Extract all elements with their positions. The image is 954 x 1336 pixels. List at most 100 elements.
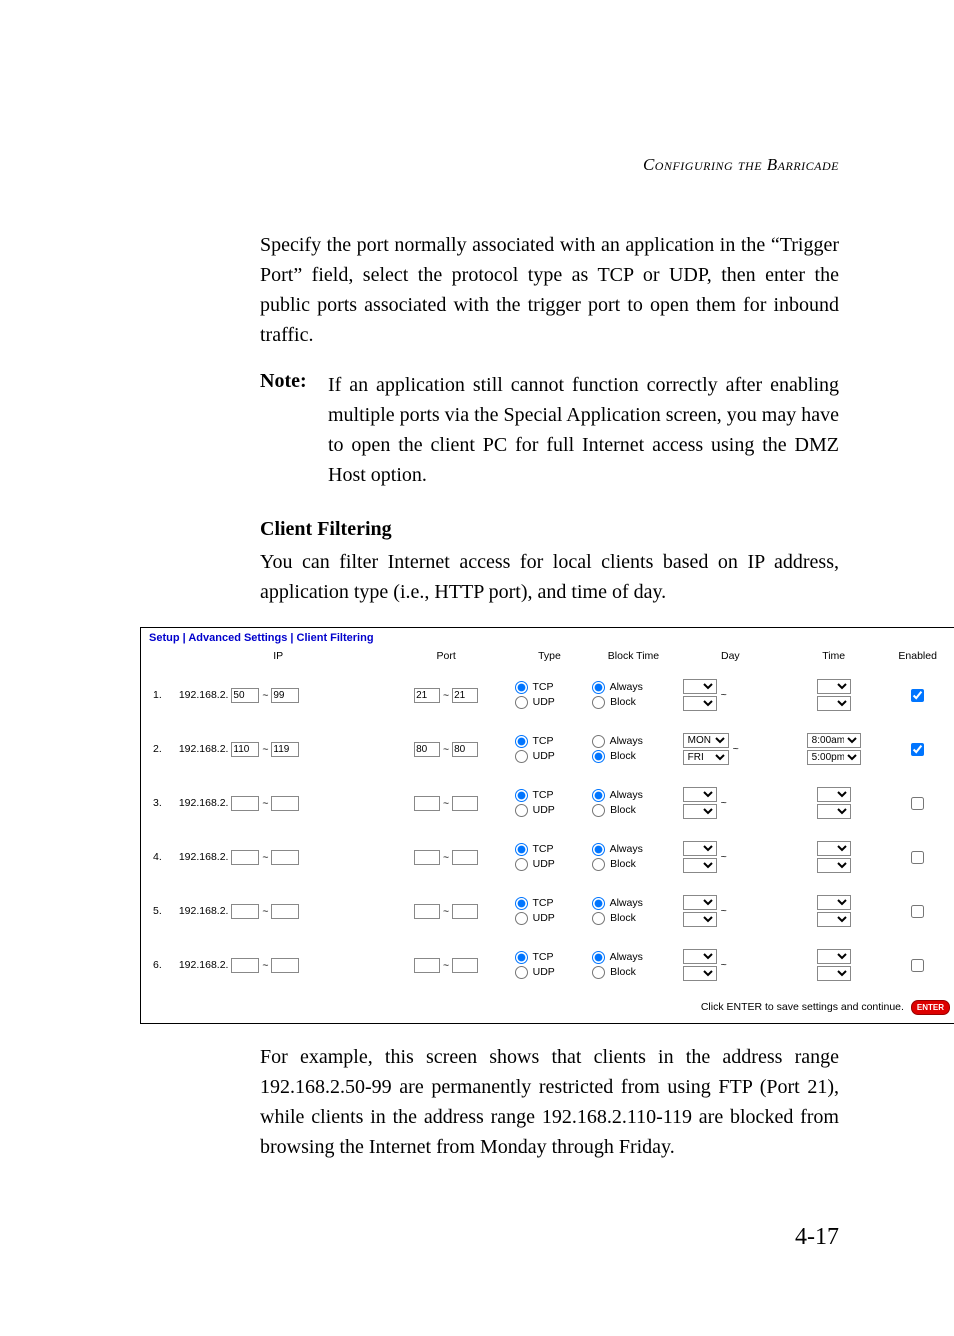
day-from-select[interactable] — [683, 949, 717, 964]
time-to-select[interactable] — [817, 912, 851, 927]
port-to-input[interactable] — [452, 688, 478, 703]
block-always-radio[interactable] — [592, 897, 605, 910]
port-from-input[interactable] — [414, 796, 440, 811]
port-from-input[interactable] — [414, 904, 440, 919]
day-from-select[interactable] — [683, 895, 717, 910]
type-tcp-radio[interactable] — [515, 897, 528, 910]
time-from-select[interactable] — [817, 895, 851, 910]
day-to-select[interactable] — [683, 858, 717, 873]
time-to-select[interactable] — [817, 858, 851, 873]
row-number: 1. — [149, 668, 175, 722]
time-from-select[interactable] — [817, 787, 851, 802]
type-udp-radio[interactable] — [515, 750, 528, 763]
port-from-input[interactable] — [414, 850, 440, 865]
section-heading: Client Filtering — [260, 518, 839, 541]
time-to-select[interactable] — [817, 696, 851, 711]
day-to-select[interactable] — [683, 696, 717, 711]
enabled-checkbox[interactable] — [911, 905, 924, 918]
type-udp-radio[interactable] — [515, 858, 528, 871]
time-to-select[interactable]: 5:00pm — [807, 750, 861, 765]
ip-from-input[interactable] — [231, 688, 259, 703]
row-number: 2. — [149, 722, 175, 776]
day-from-select[interactable]: MON — [683, 733, 729, 748]
table-row: 3. 192.168.2. ~ ~ TCP UDP Always Block — [149, 776, 950, 830]
day-to-select[interactable]: FRI — [683, 750, 729, 765]
time-from-select[interactable] — [817, 841, 851, 856]
ip-to-input[interactable] — [271, 904, 299, 919]
ip-to-input[interactable] — [271, 742, 299, 757]
time-from-select[interactable]: 8:00am — [807, 733, 861, 748]
block-always-radio[interactable] — [592, 951, 605, 964]
port-to-input[interactable] — [452, 796, 478, 811]
block-block-radio[interactable] — [592, 750, 605, 763]
udp-label: UDP — [533, 858, 555, 870]
block-always-radio[interactable] — [592, 789, 605, 802]
paragraph-1: Specify the port normally associated wit… — [260, 230, 839, 350]
type-tcp-radio[interactable] — [515, 735, 528, 748]
time-from-select[interactable] — [817, 679, 851, 694]
table-row: 5. 192.168.2. ~ ~ TCP UDP Always Block — [149, 884, 950, 938]
block-block-radio[interactable] — [592, 804, 605, 817]
type-tcp-radio[interactable] — [515, 681, 528, 694]
port-to-input[interactable] — [452, 958, 478, 973]
enabled-checkbox[interactable] — [911, 743, 924, 756]
block-always-radio[interactable] — [592, 843, 605, 856]
enabled-checkbox[interactable] — [911, 797, 924, 810]
type-tcp-radio[interactable] — [515, 843, 528, 856]
ip-from-input[interactable] — [231, 850, 259, 865]
running-head: Configuring the Barricade — [260, 155, 839, 175]
block-label: Block — [610, 912, 636, 924]
block-block-radio[interactable] — [592, 966, 605, 979]
tcp-label: TCP — [532, 735, 553, 747]
day-to-select[interactable] — [683, 912, 717, 927]
time-from-select[interactable] — [817, 949, 851, 964]
note-block: Note: If an application still cannot fun… — [260, 370, 839, 490]
type-udp-radio[interactable] — [515, 696, 528, 709]
ip-to-input[interactable] — [271, 796, 299, 811]
enabled-checkbox[interactable] — [911, 851, 924, 864]
udp-label: UDP — [533, 912, 555, 924]
block-always-radio[interactable] — [592, 681, 605, 694]
ip-from-input[interactable] — [231, 796, 259, 811]
day-from-select[interactable] — [683, 679, 717, 694]
time-to-select[interactable] — [817, 804, 851, 819]
day-from-select[interactable] — [683, 841, 717, 856]
block-always-radio[interactable] — [592, 735, 605, 748]
ip-prefix: 192.168.2. — [179, 851, 229, 863]
type-udp-radio[interactable] — [515, 912, 528, 925]
port-from-input[interactable] — [414, 958, 440, 973]
port-to-input[interactable] — [452, 904, 478, 919]
port-to-input[interactable] — [452, 742, 478, 757]
ip-to-input[interactable] — [271, 958, 299, 973]
block-block-radio[interactable] — [592, 858, 605, 871]
header-type: Type — [511, 648, 589, 668]
always-label: Always — [610, 681, 643, 693]
type-udp-radio[interactable] — [515, 804, 528, 817]
port-from-input[interactable] — [414, 688, 440, 703]
enabled-checkbox[interactable] — [911, 689, 924, 702]
filter-table: IP Port Type Block Time Day Time Enabled… — [149, 648, 950, 992]
day-to-select[interactable] — [683, 804, 717, 819]
block-block-radio[interactable] — [592, 696, 605, 709]
type-udp-radio[interactable] — [515, 966, 528, 979]
enter-button[interactable]: ENTER — [911, 1000, 950, 1015]
day-to-select[interactable] — [683, 966, 717, 981]
port-to-input[interactable] — [452, 850, 478, 865]
time-to-select[interactable] — [817, 966, 851, 981]
tcp-label: TCP — [532, 789, 553, 801]
header-time: Time — [782, 648, 885, 668]
enabled-checkbox[interactable] — [911, 959, 924, 972]
port-from-input[interactable] — [414, 742, 440, 757]
type-tcp-radio[interactable] — [515, 789, 528, 802]
ip-from-input[interactable] — [231, 958, 259, 973]
ip-to-input[interactable] — [271, 850, 299, 865]
always-label: Always — [610, 735, 643, 747]
ip-from-input[interactable] — [231, 904, 259, 919]
ip-from-input[interactable] — [231, 742, 259, 757]
ip-to-input[interactable] — [271, 688, 299, 703]
day-from-select[interactable] — [683, 787, 717, 802]
type-tcp-radio[interactable] — [515, 951, 528, 964]
block-block-radio[interactable] — [592, 912, 605, 925]
ip-prefix: 192.168.2. — [179, 959, 229, 971]
table-row: 4. 192.168.2. ~ ~ TCP UDP Always Block — [149, 830, 950, 884]
